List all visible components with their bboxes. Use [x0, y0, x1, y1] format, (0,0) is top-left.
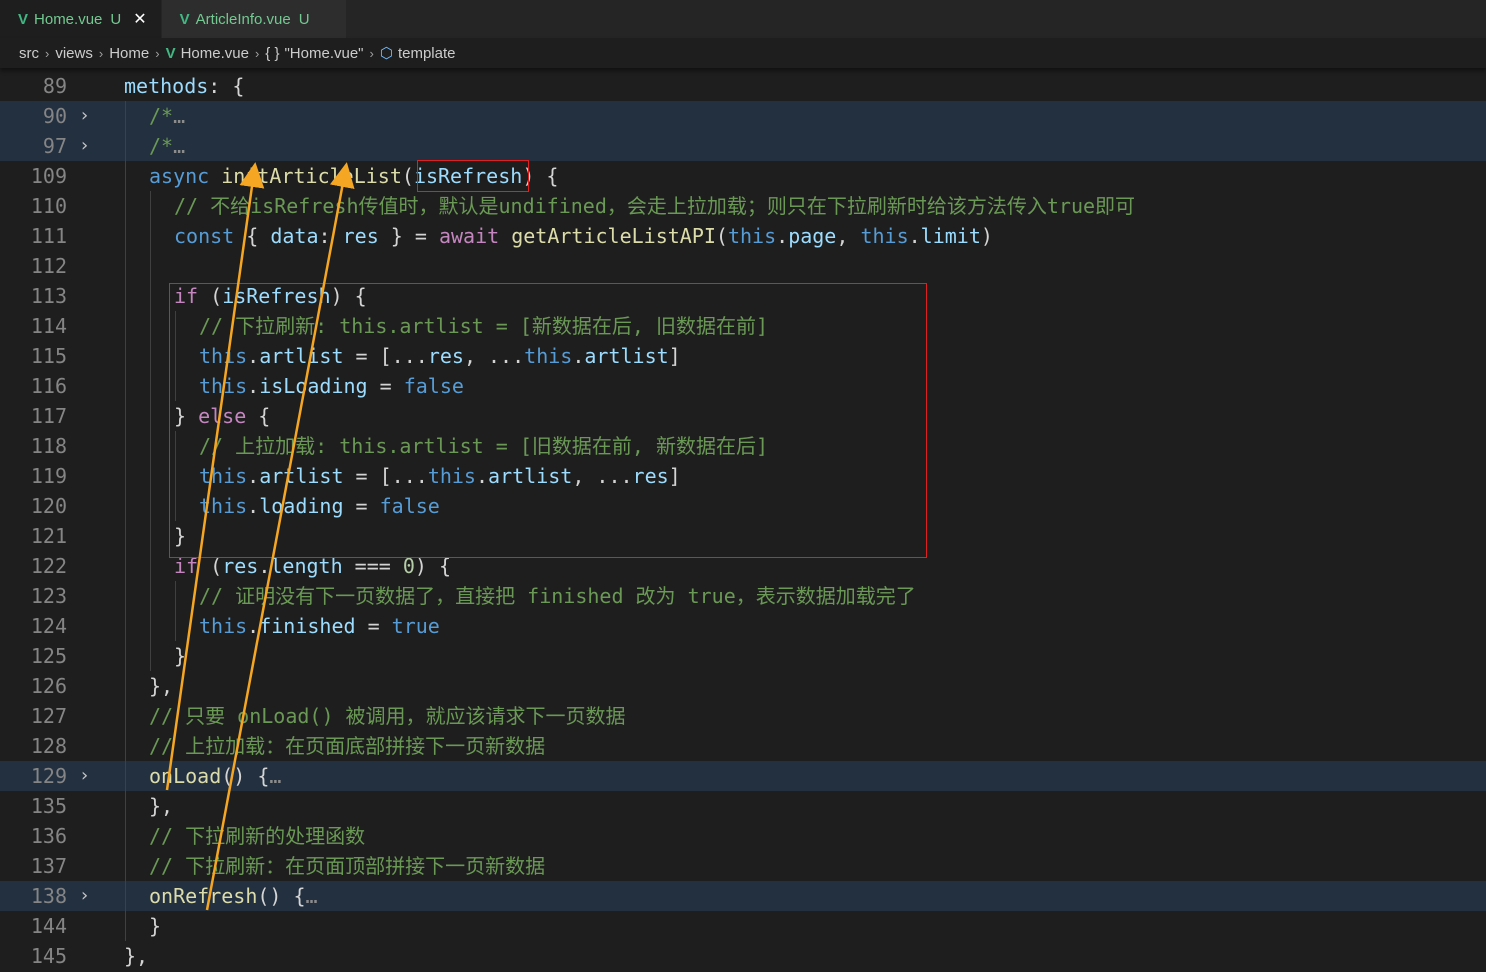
breadcrumb-item-template[interactable]: template: [398, 45, 456, 62]
chevron-right-icon: ›: [369, 45, 374, 61]
annotation-arrows: [165, 162, 355, 911]
vscode-editor-window: V Home.vue U ✕ V ArticleInfo.vue U src ›…: [0, 0, 1486, 972]
arrow-onload-to-initarticlelist: [165, 162, 265, 791]
breadcrumb-item-home[interactable]: Home: [109, 45, 149, 62]
chevron-right-icon: ›: [45, 45, 50, 61]
breadcrumb-item-home-vue-object[interactable]: "Home.vue": [284, 45, 363, 62]
chevron-right-icon: ›: [98, 45, 104, 61]
object-braces-icon: { }: [265, 44, 280, 62]
breadcrumb-item-home-vue[interactable]: Home.vue: [181, 45, 249, 62]
cube-icon: ⬡: [379, 45, 393, 62]
chevron-right-icon: ›: [155, 45, 160, 61]
arrow-onrefresh-to-initarticlelist: [205, 162, 355, 911]
vue-file-icon: V: [165, 44, 176, 62]
breadcrumb: src › views › Home › V Home.vue › { } "H…: [0, 38, 1486, 68]
breadcrumb-item-src[interactable]: src: [19, 45, 39, 62]
chevron-right-icon: ›: [254, 45, 260, 61]
breadcrumb-item-views[interactable]: views: [55, 45, 93, 62]
